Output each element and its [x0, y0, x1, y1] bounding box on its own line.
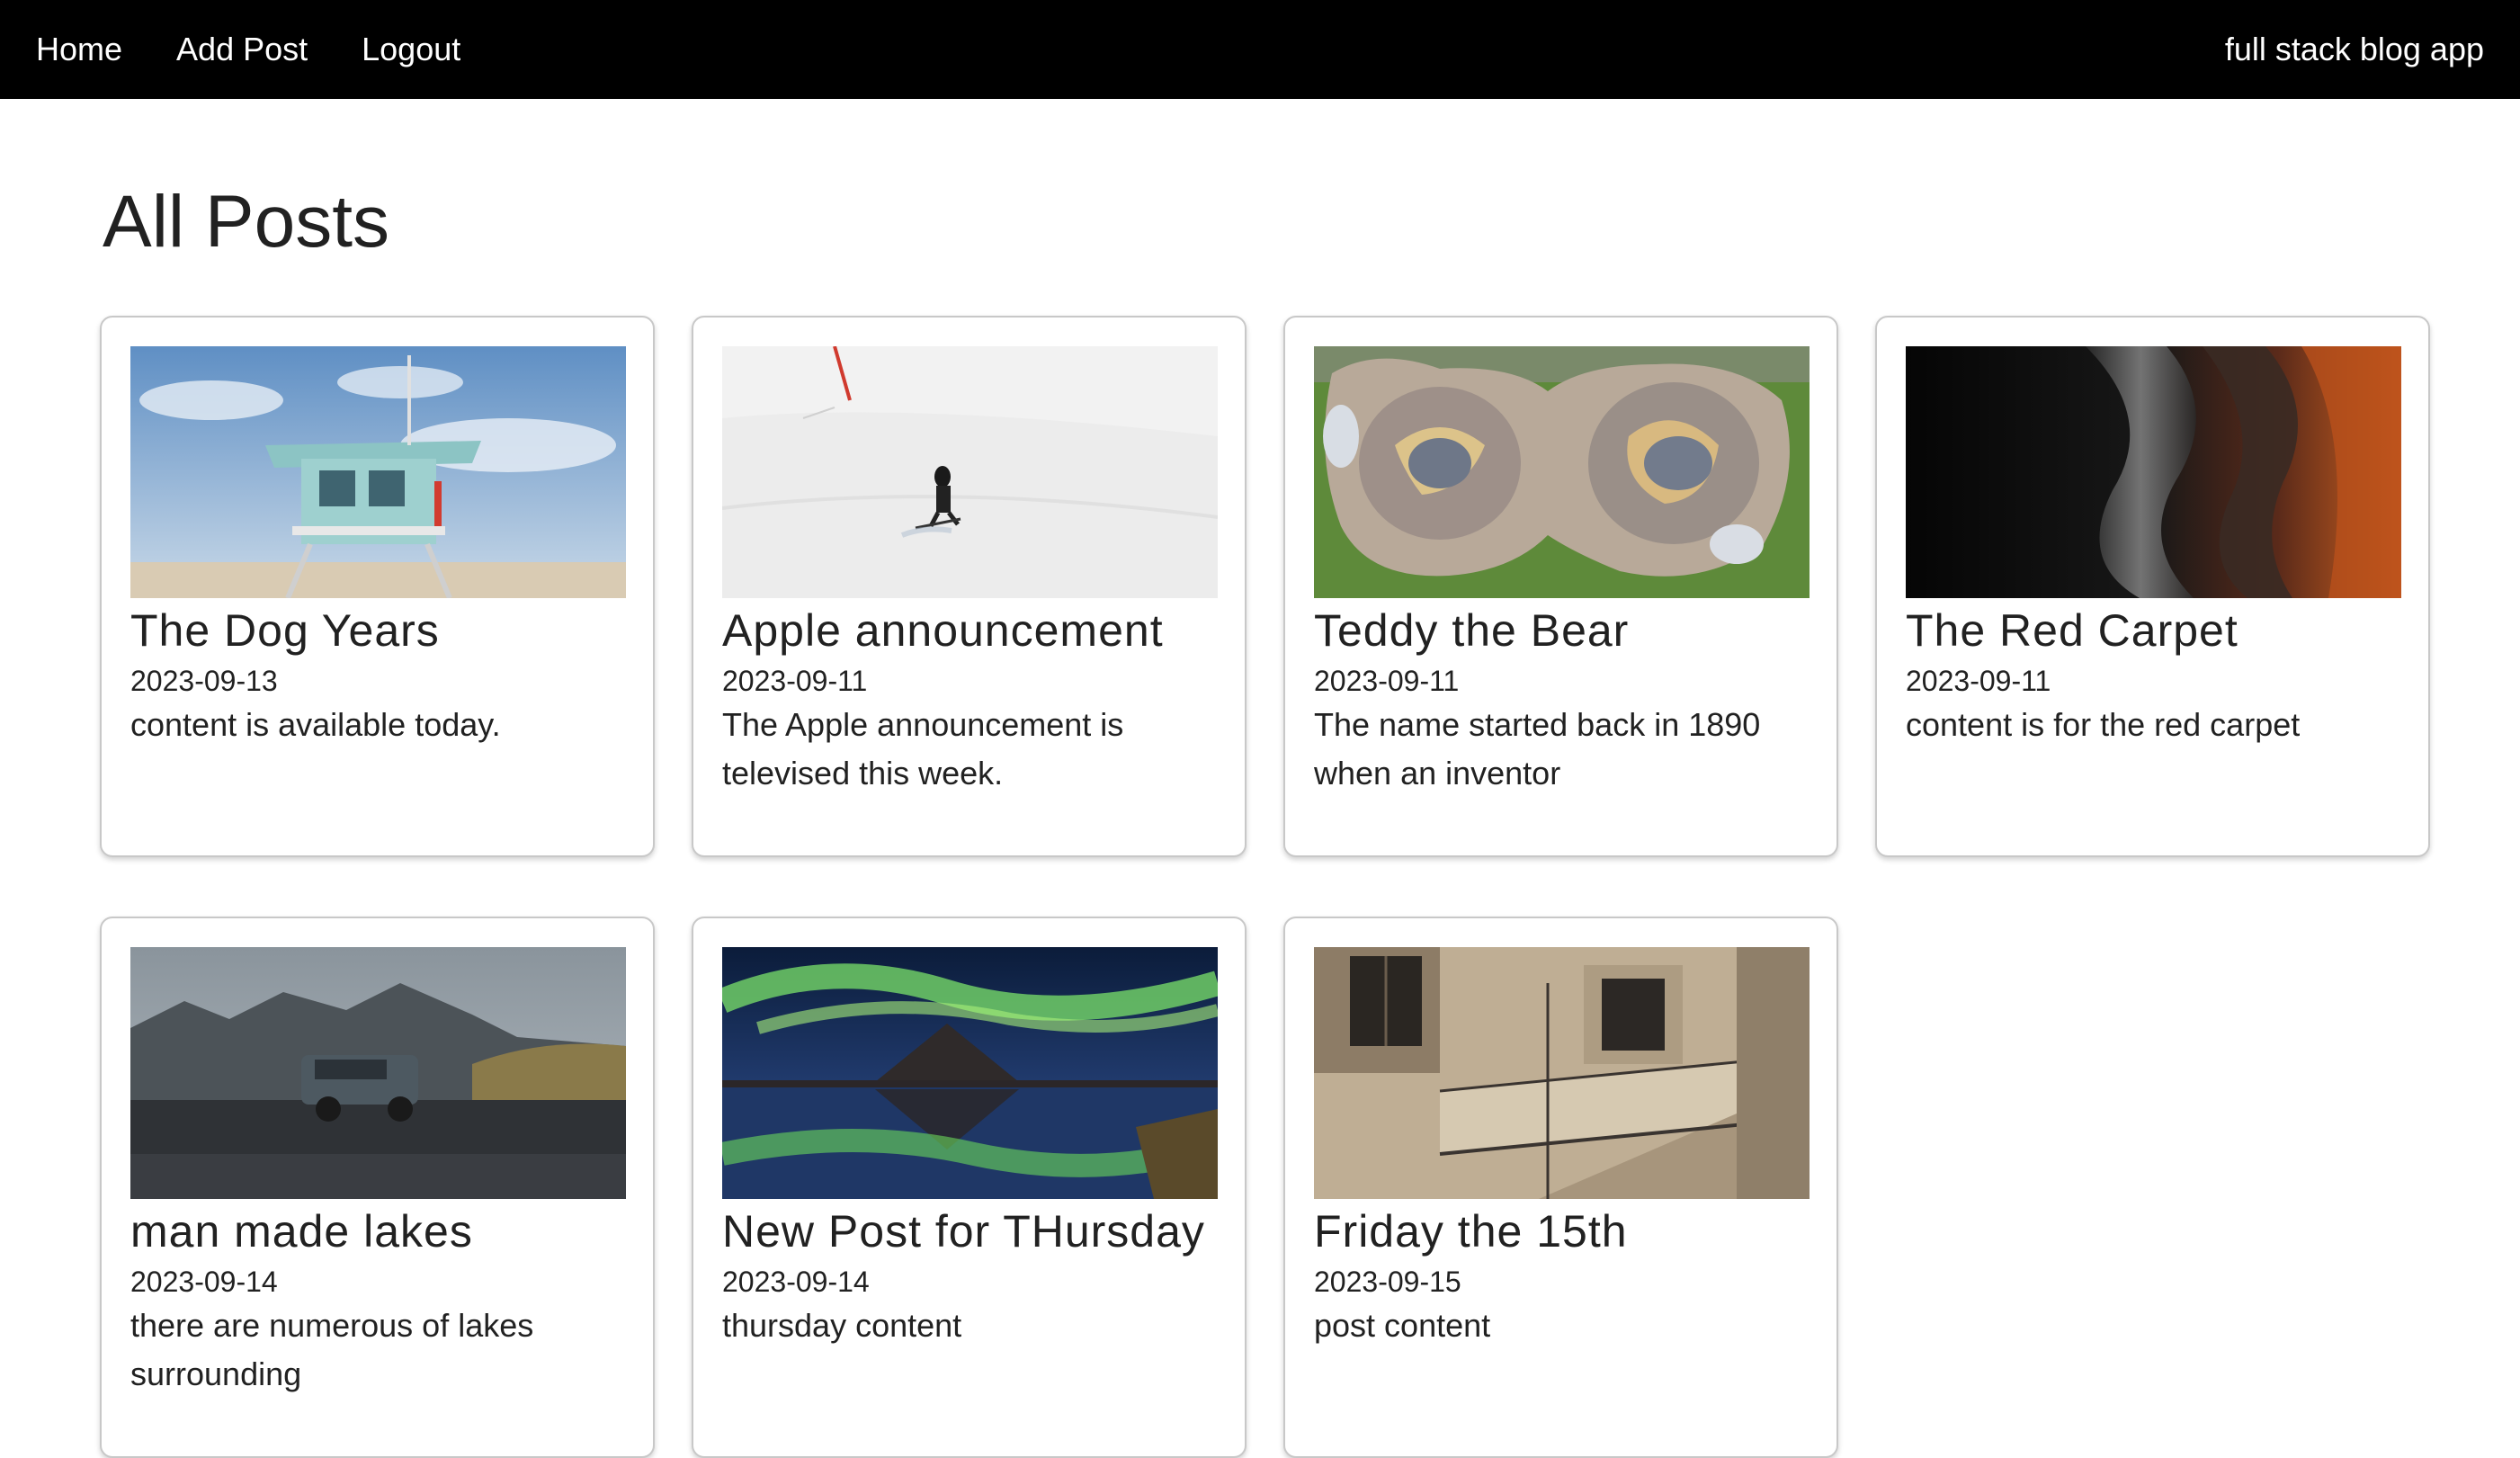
post-content: content is for the red carpet — [1906, 706, 2301, 743]
navbar: Home Add Post Logout full stack blog app — [0, 0, 2520, 99]
post-image[interactable] — [130, 346, 626, 598]
post-image[interactable] — [722, 947, 1218, 1199]
brand-title: full stack blog app — [2224, 31, 2484, 67]
post-card[interactable]: man made lakes 2023-09-14 there are nume… — [100, 917, 655, 1458]
post-image[interactable] — [130, 947, 626, 1199]
post-card[interactable]: The Dog Years 2023-09-13 content is avai… — [100, 316, 655, 857]
post-date: 2023-09-11 — [1906, 665, 2051, 697]
post-card[interactable]: Teddy the Bear 2023-09-11 The name start… — [1283, 316, 1838, 857]
post-title: The Red Carpet — [1906, 605, 2239, 656]
post-title: The Dog Years — [130, 605, 440, 656]
post-date: 2023-09-15 — [1314, 1266, 1461, 1298]
post-card[interactable]: Friday the 15th 2023-09-15 post content — [1283, 917, 1838, 1458]
posts-grid: The Dog Years 2023-09-13 content is avai… — [100, 316, 2430, 1458]
post-title: Friday the 15th — [1314, 1206, 1628, 1257]
post-content: thursday content — [722, 1307, 962, 1344]
post-content: content is available today. — [130, 706, 501, 743]
post-image[interactable] — [1314, 947, 1810, 1199]
post-image[interactable] — [722, 346, 1218, 598]
nav-add-post-link[interactable]: Add Post — [176, 31, 308, 68]
post-image[interactable] — [1906, 346, 2401, 598]
post-title: man made lakes — [130, 1206, 473, 1257]
page-title: All Posts — [103, 181, 389, 263]
post-content: post content — [1314, 1307, 1491, 1344]
post-image[interactable] — [1314, 346, 1810, 598]
post-card[interactable]: New Post for THursday 2023-09-14 thursda… — [692, 917, 1247, 1458]
post-content: The Apple announcement is televised this… — [722, 706, 1124, 792]
post-date: 2023-09-14 — [722, 1266, 870, 1298]
post-title: Apple announcement — [722, 605, 1164, 656]
post-date: 2023-09-14 — [130, 1266, 278, 1298]
post-date: 2023-09-13 — [130, 665, 278, 697]
nav-home-link[interactable]: Home — [36, 31, 122, 68]
post-date: 2023-09-11 — [1314, 665, 1460, 697]
post-title: New Post for THursday — [722, 1206, 1205, 1257]
post-content: there are numerous of lakes surrounding — [130, 1307, 534, 1392]
post-title: Teddy the Bear — [1314, 605, 1630, 656]
post-content: The name started back in 1890 when an in… — [1314, 706, 1761, 792]
post-card[interactable]: The Red Carpet 2023-09-11 content is for… — [1875, 316, 2430, 857]
nav-logout-link[interactable]: Logout — [362, 31, 460, 68]
post-card[interactable]: Apple announcement 2023-09-11 The Apple … — [692, 316, 1247, 857]
post-date: 2023-09-11 — [722, 665, 868, 697]
